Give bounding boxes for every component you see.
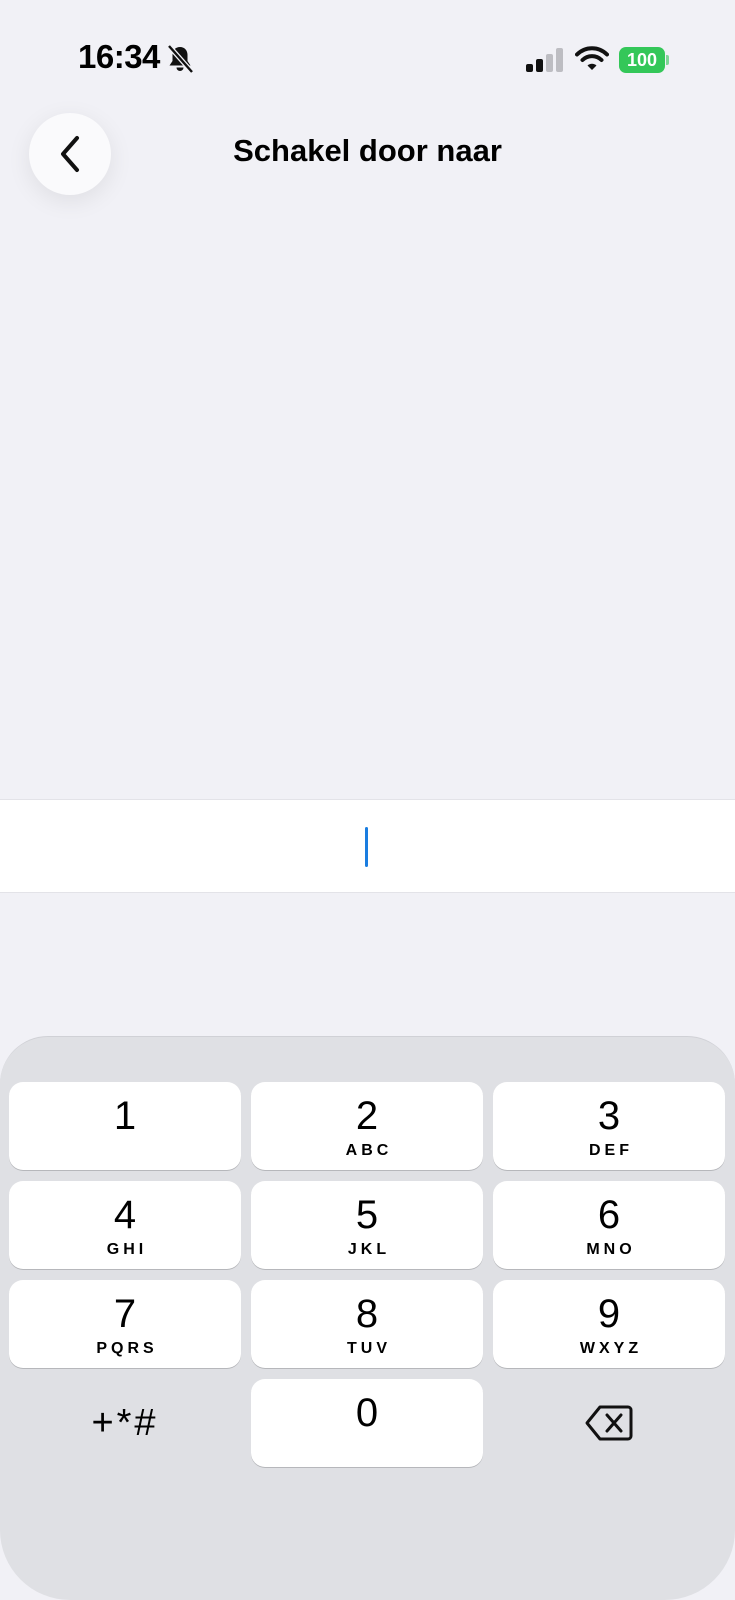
key-letters: JKL — [347, 1241, 391, 1258]
key-digit: 4 — [113, 1193, 137, 1237]
cellular-signal-icon — [526, 48, 563, 72]
key-digit: 0 — [355, 1391, 379, 1435]
key-letters: TUV — [347, 1340, 391, 1357]
status-bar: 16:34 100 — [0, 0, 735, 110]
key-digit: 5 — [355, 1193, 379, 1237]
key-9[interactable]: 9 WXYZ — [493, 1280, 725, 1368]
key-letters: ABC — [345, 1142, 393, 1159]
key-digit: 2 — [355, 1094, 379, 1138]
page-title: Schakel door naar — [233, 133, 502, 168]
status-time: 16:34 — [78, 38, 160, 75]
key-1[interactable]: 1 — [9, 1082, 241, 1170]
key-8[interactable]: 8 TUV — [251, 1280, 483, 1368]
key-7[interactable]: 7 PQRS — [9, 1280, 241, 1368]
key-digit: 6 — [597, 1193, 621, 1237]
key-digit: 3 — [597, 1094, 621, 1138]
key-3[interactable]: 3 DEF — [493, 1082, 725, 1170]
key-5[interactable]: 5 JKL — [251, 1181, 483, 1269]
key-digit: 8 — [355, 1292, 379, 1336]
key-6[interactable]: 6 MNO — [493, 1181, 725, 1269]
key-2[interactable]: 2 ABC — [251, 1082, 483, 1170]
battery-icon: 100 — [619, 47, 669, 73]
wifi-icon — [575, 46, 609, 70]
key-digit: 1 — [113, 1094, 137, 1138]
key-letters: DEF — [589, 1142, 633, 1159]
key-0[interactable]: 0 — [251, 1379, 483, 1467]
dial-keypad: 1 2 ABC 3 DEF 4 GHI 5 JKL 6 MNO 7 PQRS 8… — [0, 1036, 735, 1600]
phone-number-input[interactable] — [0, 799, 735, 893]
key-letters: MNO — [586, 1241, 636, 1258]
text-cursor — [365, 827, 368, 867]
key-letters: PQRS — [96, 1340, 158, 1357]
key-digit: 7 — [113, 1292, 137, 1336]
key-4[interactable]: 4 GHI — [9, 1181, 241, 1269]
battery-level: 100 — [619, 47, 665, 73]
symbols-label: +*# — [91, 1402, 159, 1444]
delete-button[interactable] — [493, 1379, 725, 1467]
bell-slash-icon — [167, 44, 194, 74]
delete-backspace-icon — [585, 1405, 633, 1441]
key-digit: 9 — [597, 1292, 621, 1336]
key-letters: WXYZ — [579, 1340, 643, 1357]
key-letters: GHI — [106, 1241, 148, 1258]
symbols-key[interactable]: +*# — [9, 1379, 241, 1467]
battery-cap — [666, 55, 669, 65]
